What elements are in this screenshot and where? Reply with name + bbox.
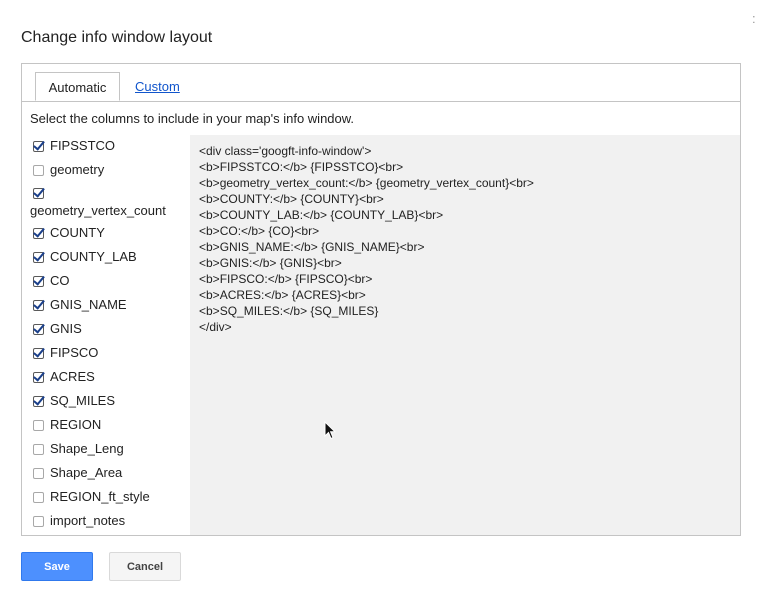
column-item-fipsstco[interactable]: FIPSSTCO bbox=[30, 137, 115, 155]
column-item-county[interactable]: COUNTY bbox=[30, 224, 105, 242]
column-checkbox[interactable] bbox=[33, 395, 44, 407]
column-label: GNIS bbox=[50, 321, 82, 336]
column-checkbox[interactable] bbox=[33, 275, 44, 287]
column-checkbox[interactable] bbox=[33, 347, 44, 359]
tab-bar: Automatic Custom bbox=[22, 64, 740, 102]
column-item-sq-miles[interactable]: SQ_MILES bbox=[30, 392, 115, 410]
column-checkbox[interactable] bbox=[33, 443, 44, 455]
column-label: COUNTY_LAB bbox=[50, 249, 137, 264]
column-label: CO bbox=[50, 273, 70, 288]
column-item-shape-leng[interactable]: Shape_Leng bbox=[30, 440, 124, 458]
code-line: <b>FIPSSTCO:</b> {FIPSSTCO}<br> bbox=[199, 160, 404, 174]
column-label: geometry bbox=[50, 162, 105, 177]
column-label: SQ_MILES bbox=[50, 393, 116, 408]
column-item-shape-area[interactable]: Shape_Area bbox=[30, 464, 122, 482]
code-line: <b>COUNTY_LAB:</b> {COUNTY_LAB}<br> bbox=[199, 208, 444, 222]
instructions-text: Select the columns to include in your ma… bbox=[30, 111, 355, 126]
tab-automatic[interactable]: Automatic bbox=[35, 72, 120, 101]
code-line: <div class='googft-info-window'> bbox=[199, 144, 372, 158]
code-line: <b>SQ_MILES:</b> {SQ_MILES} bbox=[199, 304, 379, 318]
column-label: ACRES bbox=[50, 369, 95, 384]
column-item-acres[interactable]: ACRES bbox=[30, 368, 95, 386]
column-checkbox[interactable] bbox=[33, 491, 44, 503]
column-checkbox[interactable] bbox=[33, 371, 44, 383]
column-checkbox[interactable] bbox=[33, 188, 44, 200]
column-checkbox[interactable] bbox=[33, 419, 44, 431]
column-checkbox[interactable] bbox=[33, 251, 44, 263]
layout-panel: Automatic Custom Select the columns to i… bbox=[21, 63, 741, 536]
column-item-region-ft-style[interactable]: REGION_ft_style bbox=[30, 488, 150, 506]
info-window-template-preview: <div class='googft-info-window'> <b>FIPS… bbox=[190, 135, 740, 535]
code-line: <b>geometry_vertex_count:</b> {geometry_… bbox=[199, 176, 534, 190]
code-line: </div> bbox=[199, 320, 232, 334]
column-checkbox[interactable] bbox=[33, 164, 44, 176]
column-item-region[interactable]: REGION bbox=[30, 416, 101, 434]
column-checkbox[interactable] bbox=[33, 467, 44, 479]
column-label: Shape_Area bbox=[50, 465, 123, 480]
column-label: Shape_Leng bbox=[50, 441, 124, 456]
column-label: geometry_vertex_count bbox=[30, 203, 166, 218]
column-item-co[interactable]: CO bbox=[30, 272, 70, 290]
column-checkbox[interactable] bbox=[33, 140, 44, 152]
close-icon[interactable]: : bbox=[752, 12, 756, 25]
tab-custom[interactable]: Custom bbox=[135, 79, 180, 94]
column-label: GNIS_NAME bbox=[50, 297, 127, 312]
code-line: <b>GNIS_NAME:</b> {GNIS_NAME}<br> bbox=[199, 240, 425, 254]
column-item-import-notes[interactable]: import_notes bbox=[30, 512, 125, 530]
code-line: <b>CO:</b> {CO}<br> bbox=[199, 224, 320, 238]
column-label: REGION bbox=[50, 417, 102, 432]
column-item-fipsco[interactable]: FIPSCO bbox=[30, 344, 98, 362]
column-item-gnis[interactable]: GNIS bbox=[30, 320, 82, 338]
column-checkbox[interactable] bbox=[33, 299, 44, 311]
code-line: <b>COUNTY:</b> {COUNTY}<br> bbox=[199, 192, 384, 206]
column-checkbox[interactable] bbox=[33, 323, 44, 335]
column-label: FIPSCO bbox=[50, 345, 99, 360]
save-button[interactable]: Save bbox=[21, 552, 93, 581]
dialog-title: Change info window layout bbox=[21, 29, 213, 46]
column-checkbox[interactable] bbox=[33, 515, 44, 527]
cancel-button[interactable]: Cancel bbox=[109, 552, 181, 581]
column-item-gnis-name[interactable]: GNIS_NAME bbox=[30, 296, 127, 314]
column-item-geometry[interactable]: geometry bbox=[30, 161, 104, 179]
mouse-pointer-icon bbox=[324, 421, 336, 440]
column-checkbox[interactable] bbox=[33, 227, 44, 239]
column-label: COUNTY bbox=[50, 225, 105, 240]
code-line: <b>FIPSCO:</b> {FIPSCO}<br> bbox=[199, 272, 373, 286]
column-list: FIPSSTCO geometry geometry_vertex_count … bbox=[22, 135, 190, 535]
column-label: REGION_ft_style bbox=[50, 489, 150, 504]
column-label: FIPSSTCO bbox=[50, 138, 116, 153]
code-line: <b>GNIS:</b> {GNIS}<br> bbox=[199, 256, 342, 270]
column-item-county-lab[interactable]: COUNTY_LAB bbox=[30, 248, 137, 266]
column-label: import_notes bbox=[50, 513, 126, 528]
code-line: <b>ACRES:</b> {ACRES}<br> bbox=[199, 288, 366, 302]
column-item-geometry-vertex-count[interactable]: geometry_vertex_count bbox=[30, 184, 190, 220]
